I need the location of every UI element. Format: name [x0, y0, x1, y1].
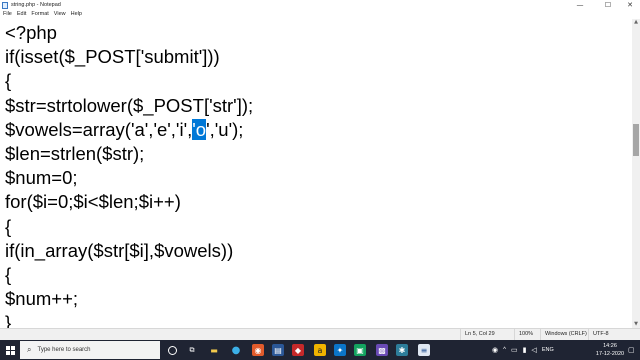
taskbar-search-box[interactable]: ⌕ Type here to search	[20, 341, 160, 359]
close-button[interactable]: ✕	[620, 0, 640, 10]
code-line: if(in_array($str[$i],$vowels))	[5, 239, 234, 261]
scrollbar-thumb[interactable]	[633, 124, 639, 156]
menu-help[interactable]: Help	[71, 10, 82, 19]
scroll-down-icon[interactable]: ▼	[632, 321, 640, 328]
menu-bar: File Edit Format View Help	[0, 10, 640, 19]
code-line: $len=strlen($str);	[5, 142, 145, 164]
code-line: $num=0;	[5, 167, 78, 189]
task-view-icon[interactable]: ⧉	[186, 344, 198, 356]
maximize-button[interactable]: ☐	[598, 0, 618, 10]
app-green-icon[interactable]: ▣	[354, 344, 366, 356]
code-line: $num++;	[5, 288, 79, 310]
code-line-end: ','u');	[206, 118, 244, 140]
status-bar: Ln 5, Col 29 100% Windows (CRLF) UTF-8	[0, 328, 640, 340]
app-purple-icon[interactable]: ▩	[376, 344, 388, 356]
zoom-level: 100%	[514, 329, 533, 340]
code-line: for($i=0;$i<$len;$i++)	[5, 191, 181, 213]
code-line-start: $vowels=array('a','e','i',	[5, 118, 193, 140]
volume-icon[interactable]: ◁	[531, 346, 536, 354]
scroll-up-icon[interactable]: ▲	[632, 19, 640, 26]
code-line: }	[5, 312, 12, 328]
code-line: {	[5, 263, 12, 285]
file-explorer-icon[interactable]: ▬	[208, 344, 220, 356]
app-red-icon[interactable]: ◆	[292, 344, 304, 356]
language-indicator[interactable]: ENG	[542, 347, 554, 353]
tray-app-icon[interactable]: ◉	[492, 346, 498, 354]
code-content: <?php if(isset($_POST['submit'])) { $str…	[5, 21, 253, 328]
encoding: UTF-8	[588, 329, 609, 340]
notepad-app-icon	[2, 1, 8, 9]
code-line: $vowels=array('a','e','i','o','u');	[5, 118, 253, 142]
app-teal-icon[interactable]: ✱	[396, 344, 408, 356]
edge-browser-icon[interactable]: ●	[230, 344, 242, 356]
notifications-icon[interactable]: ▢	[628, 340, 635, 360]
battery-icon[interactable]: ▮	[523, 346, 527, 354]
clock-time: 14:26	[603, 343, 617, 349]
cortana-icon[interactable]	[168, 346, 177, 355]
line-ending: Windows (CRLF)	[540, 329, 587, 340]
chrome-icon[interactable]: ◉	[252, 344, 264, 356]
menu-edit[interactable]: Edit	[17, 10, 26, 19]
code-line: <?php	[5, 22, 57, 43]
menu-format[interactable]: Format	[31, 10, 48, 19]
code-line: if(isset($_POST['submit']))	[5, 46, 220, 68]
dropbox-icon[interactable]: ✦	[334, 344, 346, 356]
taskbar: ⌕ Type here to search ⧉ ▬ ● ◉ ▤ ◆ a ✦ ▣ …	[0, 340, 640, 360]
window-title: string.php - Notepad	[11, 2, 61, 8]
code-line: $str=strtolower($_POST['str']);	[5, 94, 254, 116]
menu-file[interactable]: File	[3, 10, 12, 19]
clock[interactable]: 14:26 17-12-2020	[595, 342, 625, 358]
search-placeholder: Type here to search	[37, 347, 91, 353]
code-line: {	[5, 70, 12, 92]
show-hidden-icons-icon[interactable]: ^	[503, 347, 506, 353]
cursor-position: Ln 5, Col 29	[460, 329, 495, 340]
store-icon[interactable]: ▤	[272, 344, 284, 356]
menu-view[interactable]: View	[54, 10, 66, 19]
code-line: {	[5, 215, 12, 237]
system-tray: ◉ ^ ▭ ▮ ◁ ENG	[492, 340, 559, 360]
windows-logo-icon	[5, 345, 15, 355]
start-button[interactable]	[0, 340, 20, 360]
network-icon[interactable]: ▭	[511, 346, 518, 354]
text-editor[interactable]: <?php if(isset($_POST['submit'])) { $str…	[0, 19, 632, 328]
app-yellow-icon[interactable]: a	[314, 344, 326, 356]
text-selection: 'o	[192, 118, 207, 140]
minimize-button[interactable]: —	[570, 0, 590, 10]
vertical-scrollbar[interactable]: ▲ ▼	[632, 19, 640, 328]
title-bar: string.php - Notepad — ☐ ✕	[0, 0, 640, 10]
notepad-taskbar-icon[interactable]: ≡	[418, 344, 430, 356]
clock-date: 17-12-2020	[595, 351, 625, 357]
search-icon: ⌕	[27, 345, 32, 354]
